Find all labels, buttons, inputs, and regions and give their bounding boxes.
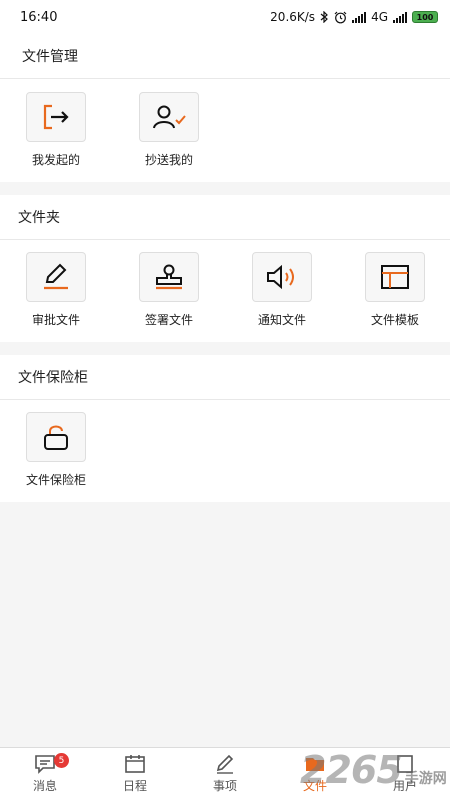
signal-icon-2: [393, 11, 407, 23]
tile-label: 抄送我的: [144, 153, 193, 167]
stamp-icon: [139, 252, 199, 302]
speaker-icon: [252, 252, 312, 302]
tab-label: 事项: [212, 779, 237, 793]
watermark-number: 2265: [300, 748, 403, 792]
network-speed: 20.6K/s: [270, 10, 316, 24]
message-icon: [35, 755, 55, 774]
section-title: 文件管理: [0, 34, 450, 79]
tab-messages[interactable]: 5 消息: [0, 748, 90, 800]
battery-icon: 100: [412, 11, 438, 23]
tile-cc-me[interactable]: 抄送我的: [113, 92, 225, 168]
unread-badge: 5: [54, 753, 69, 768]
tile-vault[interactable]: 文件保险柜: [0, 412, 112, 488]
watermark-text: 手游网: [404, 771, 447, 787]
pencil-icon: [26, 252, 86, 302]
unlock-icon: [26, 412, 86, 462]
tile-label: 签署文件: [144, 313, 193, 327]
template-icon: [365, 252, 425, 302]
tile-label: 文件模板: [370, 313, 419, 327]
tab-tasks[interactable]: 事项: [180, 748, 270, 800]
tile-label: 通知文件: [257, 313, 306, 327]
tile-label: 我发起的: [31, 153, 80, 167]
status-indicators: 20.6K/s 4G 100: [270, 10, 438, 24]
edit-icon: [216, 754, 234, 774]
section-file-management: 文件管理 我发起的 抄送我的: [0, 34, 450, 182]
tile-label: 文件保险柜: [25, 473, 86, 487]
user-check-icon: [139, 92, 199, 142]
exit-arrow-icon: [26, 92, 86, 142]
tile-approval[interactable]: 审批文件: [0, 252, 112, 328]
section-folders: 文件夹 审批文件 签署文件 通知文件 文件模板: [0, 195, 450, 342]
tab-schedule[interactable]: 日程: [90, 748, 180, 800]
tile-initiated[interactable]: 我发起的: [0, 92, 112, 168]
alarm-icon: [334, 11, 347, 23]
tile-notice[interactable]: 通知文件: [226, 252, 338, 328]
tile-sign[interactable]: 签署文件: [113, 252, 225, 328]
section-vault: 文件保险柜 文件保险柜: [0, 355, 450, 502]
section-title: 文件保险柜: [0, 355, 450, 400]
bluetooth-icon: [320, 11, 328, 23]
tab-label: 消息: [32, 779, 57, 793]
section-title: 文件夹: [0, 195, 450, 240]
status-bar: 16:40 20.6K/s 4G 100: [0, 0, 450, 34]
status-time: 16:40: [20, 9, 58, 25]
tab-label: 日程: [122, 779, 147, 793]
watermark: 2265 手游网: [300, 748, 447, 792]
signal-icon: [352, 11, 367, 23]
calendar-icon: [125, 755, 145, 773]
tile-template[interactable]: 文件模板: [339, 252, 450, 328]
network-type: 4G: [371, 10, 388, 24]
tile-label: 审批文件: [31, 313, 80, 327]
